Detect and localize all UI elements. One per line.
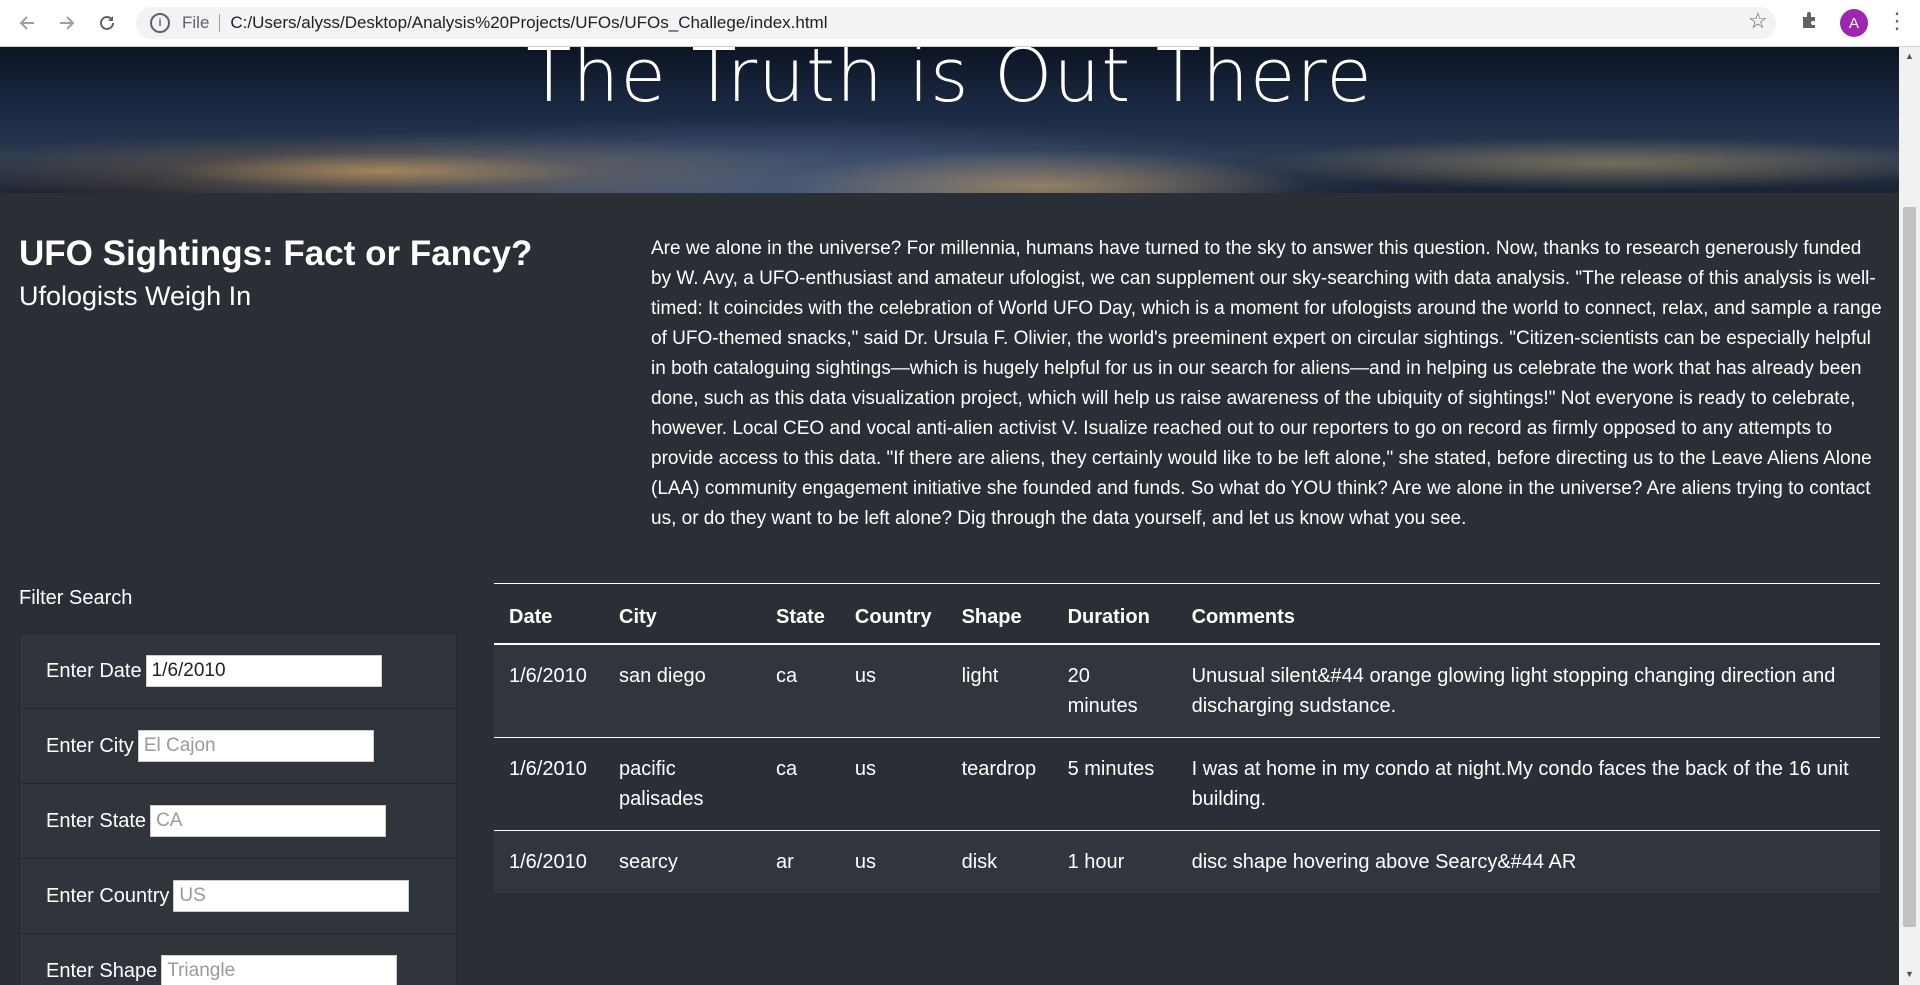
page-subtitle: Ufologists Weigh In: [19, 281, 252, 311]
table-row: 1/6/2010 searcy ar us disk 1 hour disc s…: [494, 830, 1880, 893]
back-arrow-icon[interactable]: [12, 8, 42, 38]
column-header-state: State: [761, 583, 840, 645]
state-input[interactable]: [150, 805, 387, 837]
star-icon[interactable]: ☆: [1748, 8, 1768, 34]
hero-banner: The Truth is Out There: [0, 47, 1899, 193]
cell-city: san diego: [604, 643, 761, 738]
puzzle-icon[interactable]: [1800, 10, 1820, 36]
city-input[interactable]: [137, 730, 374, 762]
cell-country: us: [839, 830, 947, 893]
info-icon[interactable]: i: [150, 13, 170, 33]
address-bar[interactable]: i File C:/Users/alyss/Desktop/Analysis%2…: [136, 7, 1776, 39]
cell-state: ca: [761, 643, 840, 738]
page-scrollbar[interactable]: ▲ ▼: [1899, 47, 1920, 985]
cell-city: searcy: [604, 830, 761, 893]
scroll-down-arrow-icon[interactable]: ▼: [1905, 969, 1914, 979]
cell-shape: teardrop: [946, 737, 1053, 831]
cell-date: 1/6/2010: [494, 830, 604, 893]
filter-heading: Filter Search: [19, 587, 133, 609]
column-header-shape: Shape: [946, 583, 1053, 645]
cell-shape: disk: [946, 830, 1053, 893]
cell-shape: light: [946, 643, 1053, 738]
shape-input[interactable]: [161, 955, 398, 985]
cell-duration: 5 minutes: [1052, 737, 1177, 831]
state-label: Enter State: [46, 809, 147, 832]
cell-comments: disc shape hovering above Searcy&#44 AR: [1176, 830, 1880, 893]
filter-row-city: Enter City: [20, 709, 456, 784]
cell-country: us: [839, 737, 947, 831]
cell-city: pacific palisades: [604, 737, 761, 831]
table-header-row: Date City State Country Shape Duration C…: [494, 583, 1880, 645]
cell-country: us: [839, 643, 947, 738]
column-header-country: Country: [839, 583, 947, 645]
filter-panel: Enter Date Enter City Enter State Enter …: [19, 633, 457, 985]
filter-row-shape: Enter Shape: [20, 934, 456, 985]
cell-duration: 1 hour: [1052, 830, 1177, 893]
date-label: Enter Date: [46, 659, 142, 682]
cell-date: 1/6/2010: [494, 737, 604, 831]
sightings-table: Date City State Country Shape Duration C…: [494, 583, 1880, 893]
sightings-table-container: Date City State Country Shape Duration C…: [494, 583, 1880, 893]
cell-comments: Unusual silent&#44 orange glowing light …: [1176, 643, 1880, 738]
article-paragraph: Are we alone in the universe? For millen…: [651, 238, 1882, 529]
column-header-comments: Comments: [1176, 583, 1880, 645]
city-label: Enter City: [46, 734, 134, 757]
country-input[interactable]: [173, 880, 410, 912]
browser-toolbar: i File C:/Users/alyss/Desktop/Analysis%2…: [0, 0, 1920, 47]
scroll-thumb[interactable]: [1903, 207, 1916, 927]
shape-label: Enter Shape: [46, 959, 158, 982]
column-header-duration: Duration: [1052, 583, 1177, 645]
avatar[interactable]: A: [1840, 9, 1868, 37]
reload-icon[interactable]: [92, 8, 122, 38]
date-input[interactable]: [145, 655, 382, 687]
filter-row-country: Enter Country: [20, 859, 456, 934]
hero-title: The Truth is Out There: [526, 47, 1373, 119]
forward-arrow-icon[interactable]: [52, 8, 82, 38]
file-label: File: [182, 13, 210, 32]
cell-date: 1/6/2010: [494, 643, 604, 738]
cell-state: ca: [761, 737, 840, 831]
column-header-city: City: [604, 583, 761, 645]
kebab-menu-icon[interactable]: ⋮: [1886, 8, 1908, 34]
country-label: Enter Country: [46, 884, 170, 907]
filter-row-date: Enter Date: [20, 634, 456, 709]
address-divider: [219, 14, 221, 32]
table-row: 1/6/2010 pacific palisades ca us teardro…: [494, 737, 1880, 831]
page-title: UFO Sightings: Fact or Fancy?: [19, 234, 533, 273]
column-header-date: Date: [494, 583, 604, 645]
cell-state: ar: [761, 830, 840, 893]
filter-row-state: Enter State: [20, 784, 456, 859]
cell-duration: 20 minutes: [1052, 643, 1177, 738]
page-viewport: The Truth is Out There UFO Sightings: Fa…: [0, 47, 1920, 985]
cell-comments: I was at home in my condo at night.My co…: [1176, 737, 1880, 831]
table-row: 1/6/2010 san diego ca us light 20 minute…: [494, 643, 1880, 738]
url-text[interactable]: C:/Users/alyss/Desktop/Analysis%20Projec…: [230, 13, 827, 33]
scroll-up-arrow-icon[interactable]: ▲: [1905, 51, 1914, 61]
